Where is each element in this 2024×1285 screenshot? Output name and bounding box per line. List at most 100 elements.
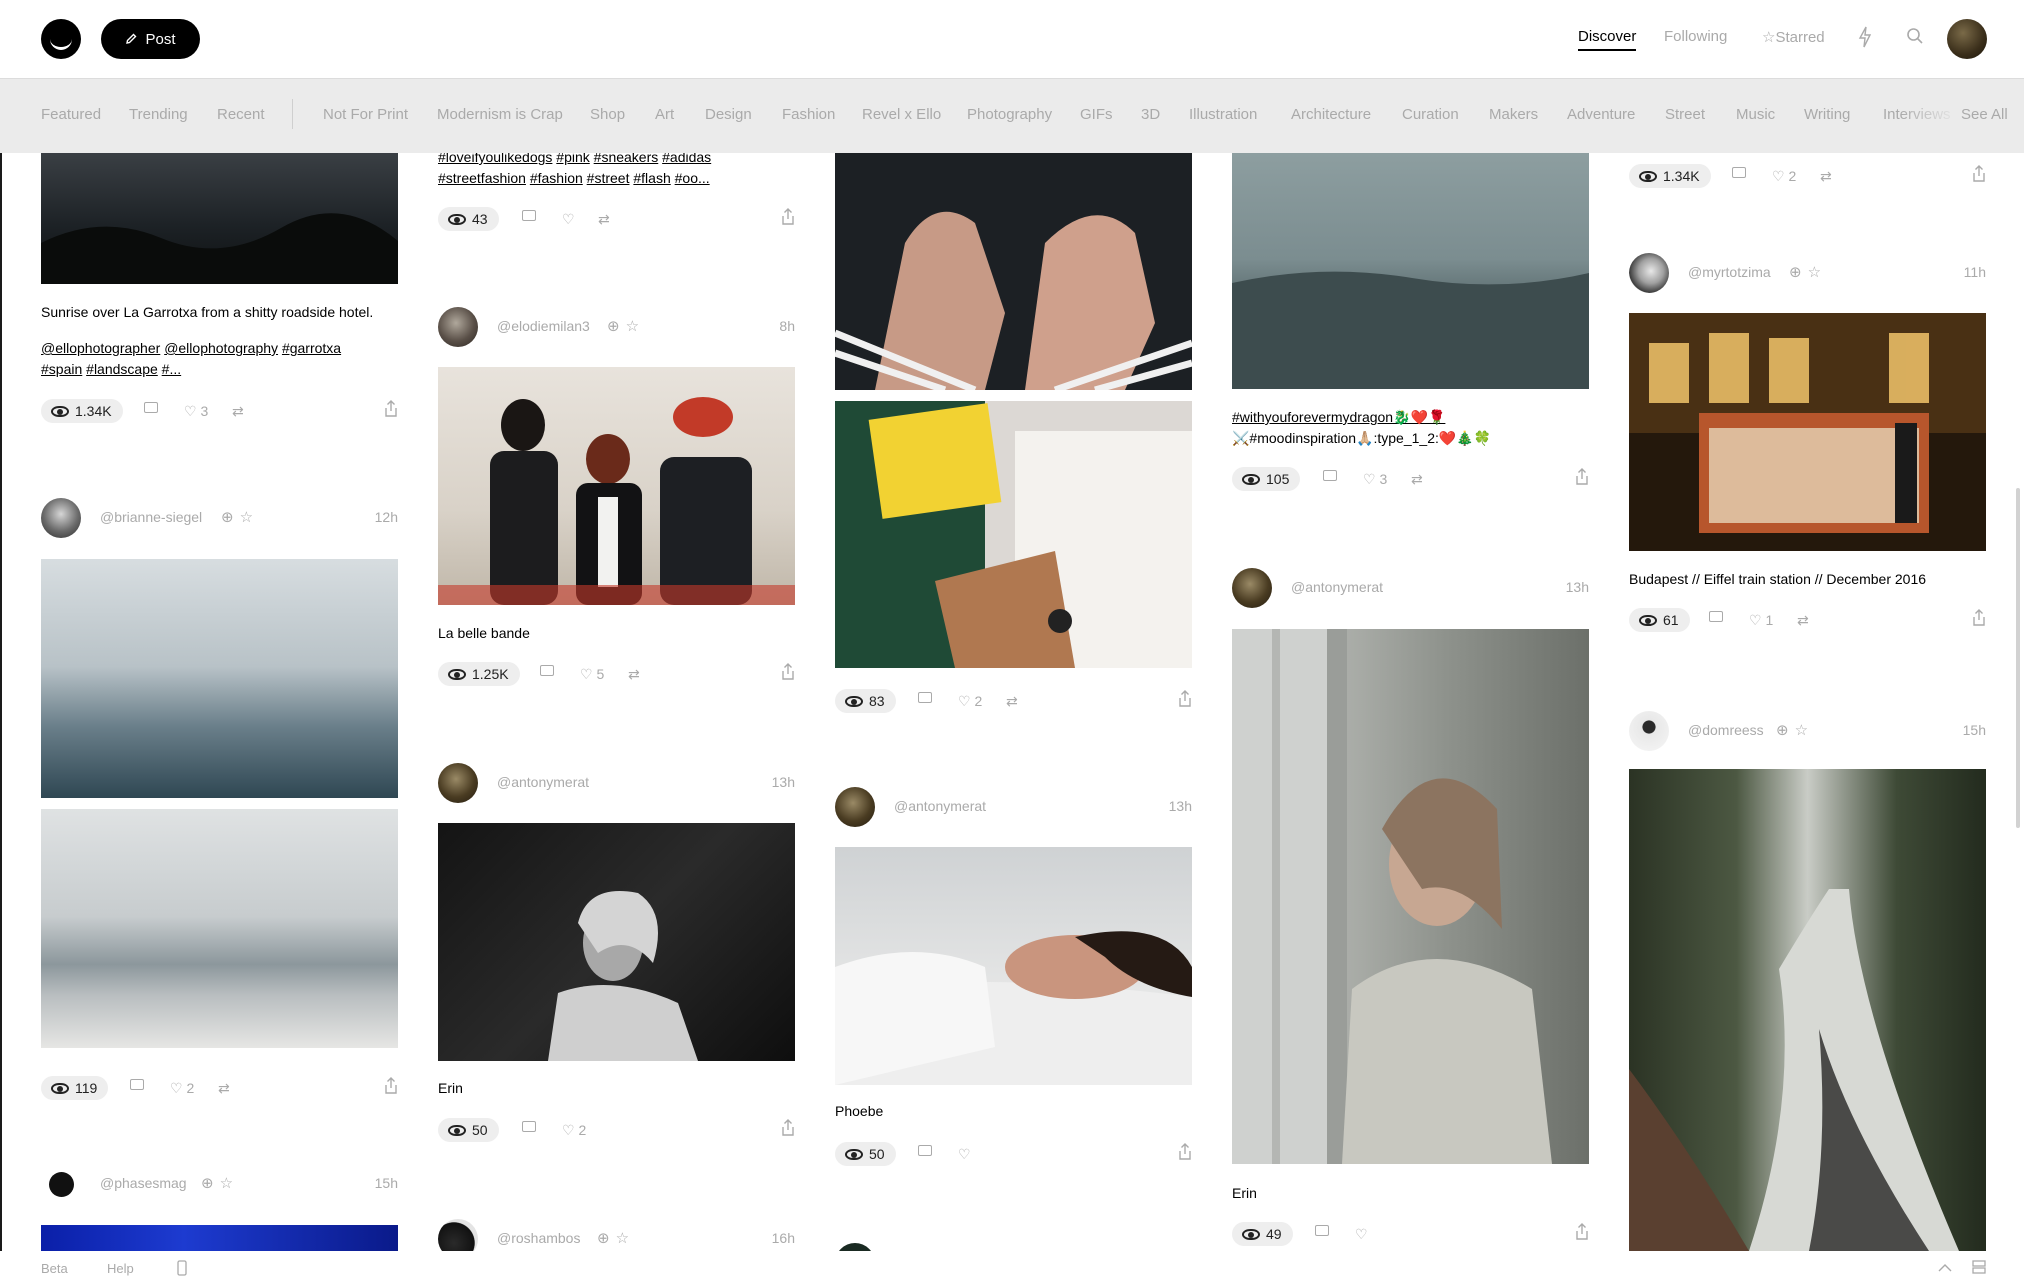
avatar[interactable]: [41, 498, 81, 538]
like-button[interactable]: ♡: [1355, 1225, 1368, 1243]
search-icon[interactable]: [1906, 27, 1924, 45]
username[interactable]: @roshambos: [497, 1230, 580, 1246]
views-badge[interactable]: 105: [1232, 467, 1301, 491]
follow-star-icons[interactable]: ⊕☆: [1789, 263, 1827, 281]
tag-link[interactable]: #garrotxa: [282, 340, 341, 356]
share-icon[interactable]: [1575, 1223, 1589, 1241]
cat-curation[interactable]: Curation: [1402, 106, 1459, 123]
chevron-up-icon[interactable]: [1938, 1263, 1952, 1273]
comment-icon[interactable]: [522, 210, 536, 221]
tag-link[interactable]: @ellophotographer: [41, 340, 160, 356]
like-button[interactable]: ♡ 2: [958, 692, 982, 710]
footer-help[interactable]: Help: [107, 1261, 134, 1276]
post-image[interactable]: [1629, 769, 1986, 1251]
cat-fashion[interactable]: Fashion: [782, 106, 835, 123]
share-icon[interactable]: [384, 400, 398, 418]
post-image[interactable]: [41, 809, 398, 1048]
username[interactable]: @antonymerat: [497, 774, 589, 790]
cat-makers[interactable]: Makers: [1489, 106, 1538, 123]
comment-icon[interactable]: [1323, 470, 1337, 481]
comment-icon[interactable]: [1709, 611, 1723, 622]
footer-beta[interactable]: Beta: [41, 1261, 68, 1276]
tag-link[interactable]: #fashion: [530, 170, 583, 186]
post-image[interactable]: [1232, 629, 1589, 1164]
username[interactable]: @phasesmag: [100, 1175, 187, 1191]
like-button[interactable]: ♡ 2: [170, 1079, 194, 1097]
post-image[interactable]: [41, 1225, 398, 1251]
views-badge[interactable]: 49: [1232, 1222, 1293, 1246]
cat-writing[interactable]: Writing: [1804, 106, 1850, 123]
cat-trending[interactable]: Trending: [129, 106, 188, 123]
post-image[interactable]: [438, 367, 795, 605]
cat-design[interactable]: Design: [705, 106, 752, 123]
views-badge[interactable]: 43: [438, 207, 499, 231]
like-button[interactable]: ♡ 1: [1749, 611, 1773, 629]
post-image[interactable]: [1629, 313, 1986, 551]
cat-illustration[interactable]: Illustration: [1189, 106, 1257, 123]
like-button[interactable]: ♡: [562, 210, 575, 228]
follow-star-icons[interactable]: ⊕☆: [607, 317, 645, 335]
user-avatar[interactable]: [1947, 19, 1987, 59]
username[interactable]: @domreess: [1688, 722, 1764, 738]
cat-gifs[interactable]: GIFs: [1080, 106, 1113, 123]
comment-icon[interactable]: [522, 1121, 536, 1132]
post-image[interactable]: [835, 153, 1192, 390]
nav-following[interactable]: Following: [1664, 28, 1727, 45]
tag-link[interactable]: #streetfashion: [438, 170, 526, 186]
share-icon[interactable]: [1178, 690, 1192, 708]
cat-architecture[interactable]: Architecture: [1291, 106, 1371, 123]
repost-icon[interactable]: ⇄: [218, 1079, 230, 1097]
follow-star-icons[interactable]: ⊕☆: [201, 1174, 239, 1192]
nav-starred[interactable]: ☆Starred: [1762, 28, 1825, 46]
share-icon[interactable]: [1972, 609, 1986, 627]
views-badge[interactable]: 50: [438, 1118, 499, 1142]
comment-icon[interactable]: [1315, 1225, 1329, 1236]
tag-link[interactable]: #landscape: [86, 361, 158, 377]
views-badge[interactable]: 1.34K: [1629, 164, 1711, 188]
repost-icon[interactable]: ⇄: [1006, 692, 1018, 710]
avatar[interactable]: [438, 763, 478, 803]
tag-link[interactable]: #withyouforevermydragon🐉❤️🌹: [1232, 409, 1445, 425]
like-button[interactable]: ♡: [958, 1145, 971, 1163]
like-button[interactable]: ♡ 2: [562, 1121, 586, 1139]
repost-icon[interactable]: ⇄: [232, 402, 244, 420]
nav-discover[interactable]: Discover: [1578, 28, 1637, 51]
views-badge[interactable]: 61: [1629, 608, 1690, 632]
comment-icon[interactable]: [130, 1079, 144, 1090]
cat-shop[interactable]: Shop: [590, 106, 625, 123]
share-icon[interactable]: [781, 663, 795, 681]
cat-art[interactable]: Art: [655, 106, 674, 123]
see-all-link[interactable]: See All: [1957, 106, 2008, 123]
repost-icon[interactable]: ⇄: [628, 665, 640, 683]
post-image[interactable]: [438, 823, 795, 1061]
repost-icon[interactable]: ⇄: [1820, 167, 1832, 185]
share-icon[interactable]: [781, 1119, 795, 1137]
post-image[interactable]: [41, 559, 398, 798]
tag-link[interactable]: #oo...: [675, 170, 710, 186]
tag-link[interactable]: #pink: [556, 153, 589, 165]
like-button[interactable]: ♡ 5: [580, 665, 604, 683]
avatar[interactable]: [1232, 568, 1272, 608]
post-button[interactable]: Post: [101, 19, 200, 59]
avatar[interactable]: [438, 1219, 478, 1251]
tag-link[interactable]: #adidas: [662, 153, 711, 165]
cat-recent[interactable]: Recent: [217, 106, 265, 123]
follow-star-icons[interactable]: ⊕☆: [1776, 721, 1814, 739]
post-image[interactable]: [41, 153, 398, 284]
username[interactable]: @antonymerat: [894, 798, 986, 814]
comment-icon[interactable]: [144, 402, 158, 413]
avatar[interactable]: [438, 307, 478, 347]
share-icon[interactable]: [1178, 1143, 1192, 1161]
cat-adventure[interactable]: Adventure: [1567, 106, 1635, 123]
ello-logo[interactable]: [41, 19, 81, 59]
tag-link[interactable]: #spain: [41, 361, 82, 377]
username[interactable]: @antonymerat: [1291, 579, 1383, 595]
like-button[interactable]: ♡ 2: [1772, 167, 1796, 185]
like-button[interactable]: ♡ 3: [1363, 470, 1387, 488]
username[interactable]: @myrtotzima: [1688, 264, 1771, 280]
cat-photography[interactable]: Photography: [967, 106, 1052, 123]
tag-link[interactable]: @ellophotography: [164, 340, 278, 356]
repost-icon[interactable]: ⇄: [1797, 611, 1809, 629]
follow-star-icons[interactable]: ⊕☆: [597, 1229, 635, 1247]
post-image[interactable]: [835, 847, 1192, 1085]
